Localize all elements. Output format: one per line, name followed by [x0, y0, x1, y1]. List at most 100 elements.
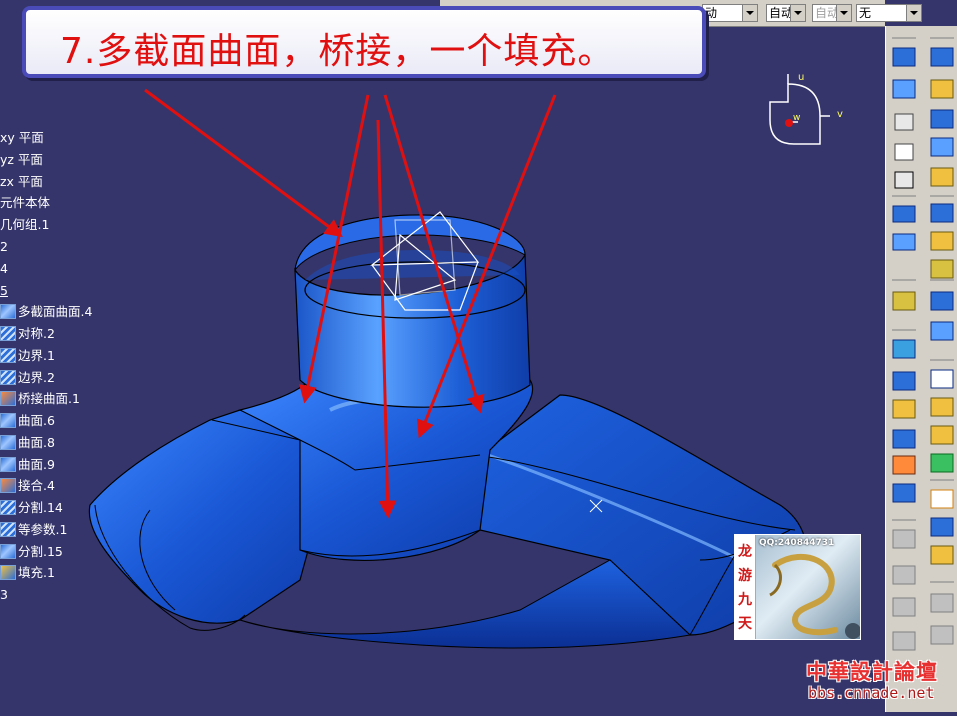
- extract-icon: [930, 231, 954, 251]
- dragon-icon: [769, 553, 860, 639]
- tree-item-label: 曲面.8: [18, 435, 55, 450]
- tree-item-geometric-set[interactable]: 几何组.1: [0, 215, 49, 235]
- disabled-icon: [892, 597, 916, 617]
- tree-item-label: 等参数.1: [18, 522, 68, 537]
- measure-icon: [892, 205, 916, 223]
- banner-text: 7.多截面曲面，桥接，一个填充。: [60, 31, 615, 72]
- tree-item-fill[interactable]: 填充.1: [0, 563, 55, 583]
- tree-item-label: 曲面.9: [18, 457, 55, 472]
- toolbar-icon-column-left: [892, 47, 916, 651]
- tree-item-label: 3: [0, 587, 8, 602]
- tree-item-label: xy 平面: [0, 130, 44, 145]
- tree-item-boundary-1[interactable]: 边界.1: [0, 346, 55, 366]
- axis-icon: [892, 233, 916, 251]
- tree-item-5[interactable]: 5: [0, 281, 8, 301]
- tree-item-surface-8[interactable]: 曲面.8: [0, 433, 55, 453]
- author-logo: 龙 游 九 天 QQ:240844731: [734, 534, 861, 640]
- tree-item-4[interactable]: 4: [0, 259, 8, 279]
- watermark-title: 中華設計論壇: [806, 659, 938, 684]
- tree-item-surface-6[interactable]: 曲面.6: [0, 411, 55, 431]
- chevron-down-icon[interactable]: [742, 5, 757, 21]
- tree-item-label: 分割.15: [18, 544, 63, 559]
- tree-item-2[interactable]: 2: [0, 237, 8, 257]
- compass-graphic: u v w: [769, 72, 843, 145]
- tree-item-boundary-2[interactable]: 边界.2: [0, 368, 55, 388]
- chevron-down-icon[interactable]: [906, 5, 921, 21]
- line-icon: [892, 79, 916, 99]
- transform-icon: [930, 291, 954, 311]
- tree-item-label: 填充.1: [18, 565, 55, 580]
- point-icon: [892, 47, 916, 67]
- revolve-icon: [892, 371, 916, 391]
- tree-item-yz-plane[interactable]: yz 平面: [0, 150, 43, 170]
- left-arm: [88, 409, 331, 624]
- tree-item-split-14[interactable]: 分割.14: [0, 498, 63, 518]
- split-icon: [0, 500, 16, 515]
- combo-auto-1[interactable]: 自动: [766, 4, 806, 22]
- tree-item-join[interactable]: 接合.4: [0, 476, 55, 496]
- surface-icon: [0, 413, 16, 428]
- fillet-icon: [930, 259, 954, 279]
- tree-item-label: yz 平面: [0, 152, 43, 167]
- multisection-icon: [892, 483, 916, 503]
- compass-v-label: v: [837, 109, 843, 120]
- fill-icon: [892, 429, 916, 449]
- tree-item-part-body[interactable]: 元件本体: [0, 193, 50, 213]
- tree-item-label: 4: [0, 261, 8, 276]
- compass[interactable]: u v w: [760, 66, 850, 156]
- tree-item-label: 元件本体: [0, 195, 51, 210]
- trim-icon: [930, 137, 954, 157]
- disabled-icon: [892, 529, 916, 549]
- disabled-icon: [930, 593, 954, 613]
- combo-none[interactable]: 无: [856, 4, 922, 22]
- combo-auto-2: 自动: [812, 4, 852, 22]
- title-banner: 7.多截面曲面，桥接，一个填充。: [22, 6, 706, 78]
- tree-item-surface-9[interactable]: 曲面.9: [0, 455, 55, 475]
- boundary-icon: [0, 348, 16, 363]
- blend-icon: [892, 455, 916, 475]
- compass-w-label: w: [793, 113, 800, 123]
- intersection-icon: [930, 425, 954, 445]
- projection-icon: [930, 397, 954, 417]
- surface-icon: [0, 435, 16, 450]
- chevron-down-icon: [836, 5, 851, 21]
- tree-item-3[interactable]: 3: [0, 585, 8, 605]
- tree-item-label: 几何组.1: [0, 217, 50, 232]
- tree-item-label: 5: [0, 283, 8, 298]
- disabled-icon: [892, 631, 916, 651]
- tree-item-label: 曲面.6: [18, 413, 55, 428]
- combo-mode[interactable]: 动: [702, 4, 758, 22]
- tree-item-label: 2: [0, 239, 8, 254]
- multisection-surface-icon: [0, 304, 16, 319]
- boundary-icon: [930, 453, 954, 473]
- tree-item-symmetry[interactable]: 对称.2: [0, 324, 55, 344]
- tree-item-blend-surface[interactable]: 桥接曲面.1: [0, 389, 80, 409]
- combo-none-value: 无: [859, 6, 872, 20]
- toolbar-icon-column-right: [930, 47, 954, 645]
- table-icon: [894, 171, 914, 189]
- tree-item-xy-plane[interactable]: xy 平面: [0, 128, 44, 148]
- corner-icon: [930, 517, 954, 537]
- fill-icon: [0, 565, 16, 580]
- tree-item-split-15[interactable]: 分割.15: [0, 542, 63, 562]
- surface-icon: [0, 457, 16, 472]
- join-icon: [0, 478, 16, 493]
- tree-item-label: 多截面曲面.4: [18, 304, 93, 319]
- grid-icon: [894, 113, 914, 131]
- tree-item-label: zx 平面: [0, 174, 43, 189]
- curve-icon: [930, 79, 954, 99]
- tree-item-label: 接合.4: [18, 478, 55, 493]
- right-toolbar: [885, 26, 957, 712]
- disabled-icon: [930, 625, 954, 645]
- chevron-down-icon[interactable]: [790, 5, 805, 21]
- sketch-icon: [930, 47, 954, 67]
- combo-mode-value: 动: [705, 6, 718, 20]
- tree-item-zx-plane[interactable]: zx 平面: [0, 172, 43, 192]
- tree-item-multisection-surface[interactable]: 多截面曲面.4: [0, 302, 92, 322]
- toolbar-icons: [892, 37, 954, 651]
- join-icon: [930, 167, 954, 187]
- tree-item-label: 对称.2: [18, 326, 55, 341]
- surface-icon: [892, 291, 916, 311]
- blend-surface-icon: [0, 391, 16, 406]
- tree-item-isoparametric[interactable]: 等参数.1: [0, 520, 67, 540]
